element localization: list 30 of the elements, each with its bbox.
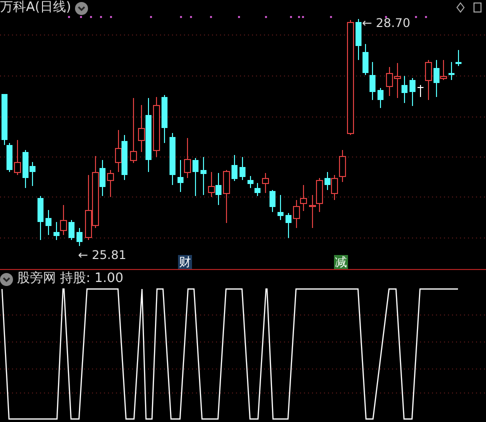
candlestick — [286, 212, 292, 238]
candlestick — [68, 220, 74, 240]
dropdown-icon[interactable] — [75, 2, 88, 14]
event-marker: 财 — [178, 255, 192, 269]
window-icon[interactable] — [473, 2, 482, 13]
candlestick — [418, 84, 424, 98]
candlestick — [240, 156, 246, 180]
candlestick — [38, 196, 44, 240]
candlestick — [14, 140, 21, 176]
diamond-icon[interactable] — [456, 2, 465, 13]
candlestick — [378, 88, 384, 108]
high-price-label: ← 28.70 — [362, 16, 410, 30]
event-marker: 减 — [334, 255, 348, 269]
candlestick — [162, 94, 168, 144]
candlestick — [170, 132, 176, 186]
candlestick — [153, 96, 160, 158]
candlestick — [200, 156, 206, 196]
candlestick — [425, 60, 432, 100]
candlestick — [46, 210, 52, 236]
indicator-name: 股旁网 — [17, 271, 56, 287]
candlestick — [76, 228, 82, 246]
candlestick — [278, 194, 284, 220]
candlestick — [192, 158, 198, 196]
candlestick — [410, 78, 416, 106]
indicator-reading: 持股: 1.00 — [60, 271, 124, 287]
candlestick — [223, 170, 230, 224]
low-price-label: ← 25.81 — [78, 248, 126, 262]
dropdown-icon[interactable] — [0, 272, 13, 286]
candlestick — [232, 154, 238, 182]
chart-title: 万科A(日线) — [0, 0, 72, 16]
